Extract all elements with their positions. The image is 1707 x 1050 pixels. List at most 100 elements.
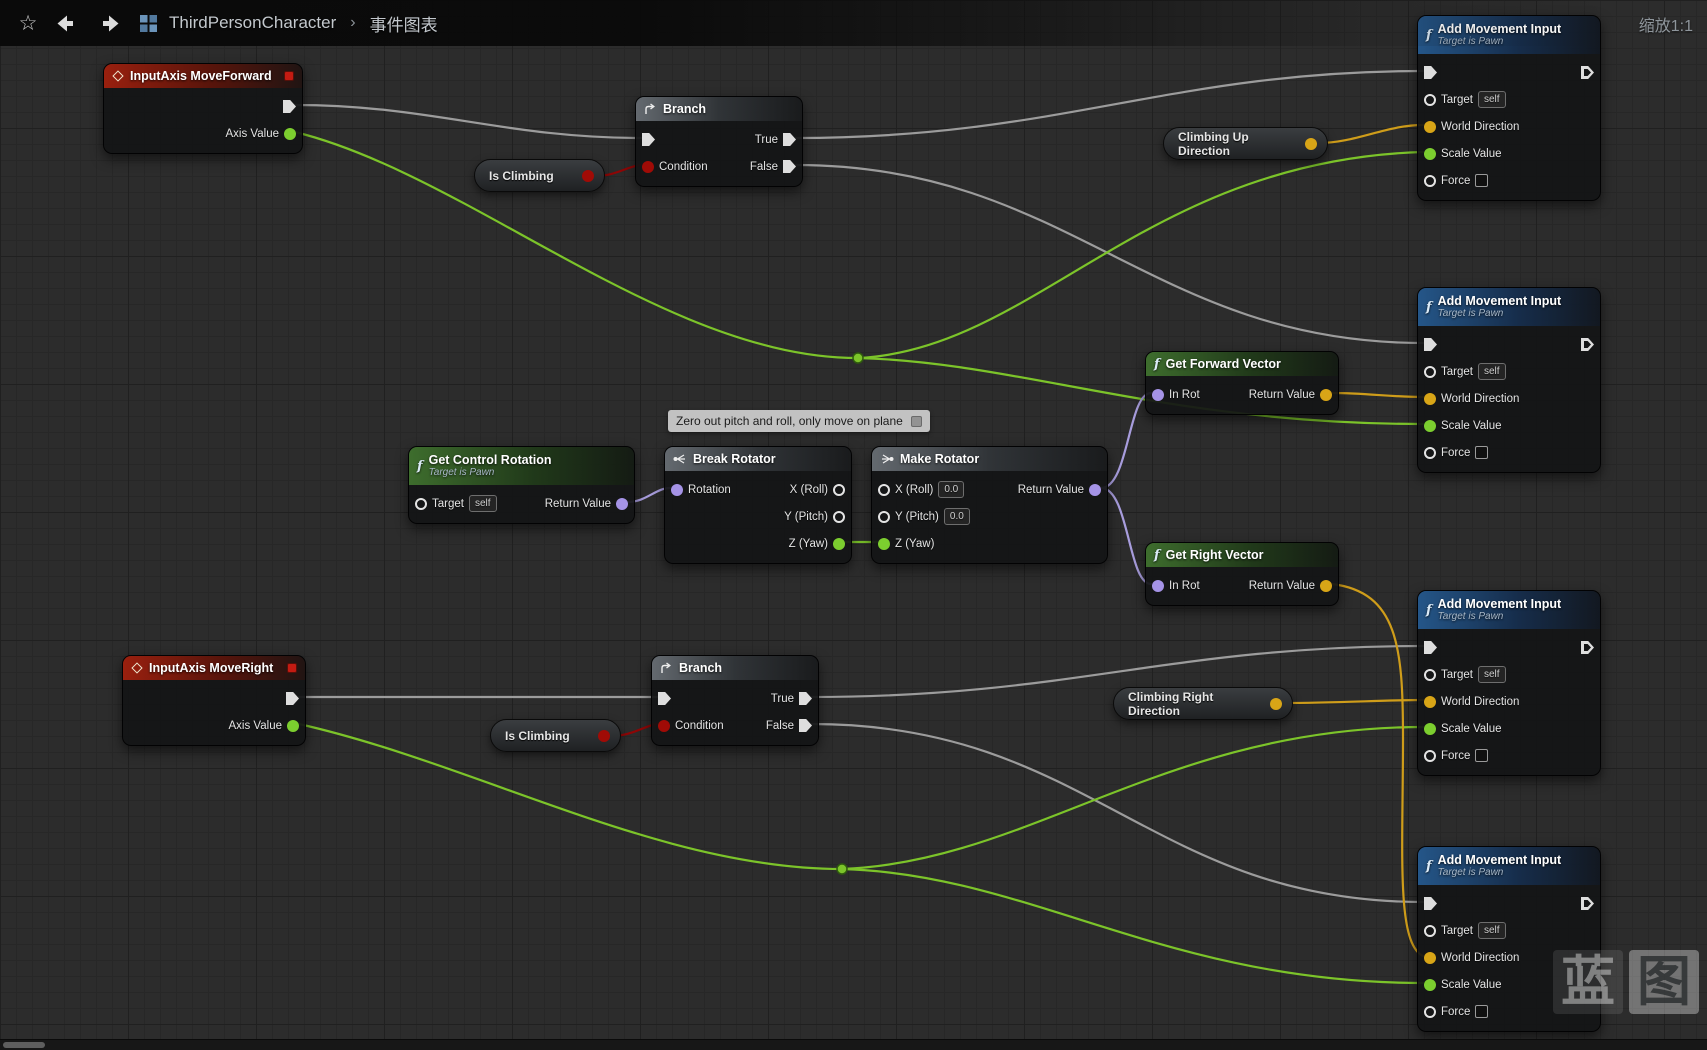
target-pin[interactable] <box>415 497 427 510</box>
node-is-climbing-1[interactable]: Is Climbing <box>474 159 605 192</box>
node-branch-2[interactable]: Branch True Condition False <box>651 655 819 746</box>
x-roll-pin[interactable] <box>833 483 845 496</box>
condition-pin[interactable] <box>658 719 670 732</box>
axis-value-pin[interactable] <box>287 719 299 732</box>
rotation-pin[interactable] <box>671 483 683 496</box>
node-branch-1[interactable]: Branch True Condition False <box>635 96 803 187</box>
y-pitch-pin[interactable] <box>833 510 845 523</box>
vector-output-pin[interactable] <box>1270 697 1282 710</box>
exec-out-pin[interactable] <box>283 100 296 113</box>
true-exec-pin[interactable] <box>783 133 796 146</box>
world-direction-pin[interactable] <box>1424 695 1436 708</box>
exec-in-pin[interactable] <box>658 692 671 705</box>
scale-value-pin[interactable] <box>1424 147 1436 160</box>
y-pitch-pin[interactable] <box>878 510 890 523</box>
force-checkbox[interactable] <box>1475 174 1489 187</box>
exec-in-pin[interactable] <box>1424 338 1437 351</box>
y-pitch-value[interactable]: 0.0 <box>943 508 970 525</box>
z-yaw-pin[interactable] <box>878 537 890 550</box>
forward-button[interactable] <box>94 8 122 38</box>
node-inputaxis-moveforward[interactable]: InputAxis MoveForward Axis Value <box>103 63 303 154</box>
world-direction-pin[interactable] <box>1424 951 1436 964</box>
node-climbing-up-direction[interactable]: Climbing Up Direction <box>1163 127 1328 160</box>
false-exec-pin[interactable] <box>783 160 796 173</box>
world-direction-pin[interactable] <box>1424 120 1436 133</box>
bool-output-pin[interactable] <box>598 729 610 742</box>
node-get-forward-vector[interactable]: f Get Forward Vector In Rot Return Value <box>1145 351 1339 415</box>
vector-output-pin[interactable] <box>1305 137 1317 150</box>
x-roll-value[interactable]: 0.0 <box>938 481 965 498</box>
exec-out-pin[interactable] <box>1581 641 1594 654</box>
bool-output-pin[interactable] <box>582 169 594 182</box>
condition-pin[interactable] <box>642 160 654 173</box>
force-pin[interactable] <box>1424 446 1436 459</box>
in-rot-pin[interactable] <box>1152 388 1164 401</box>
exec-out-pin[interactable] <box>1581 897 1594 910</box>
target-pin[interactable] <box>1424 365 1436 378</box>
delegate-pin-icon[interactable] <box>284 71 294 81</box>
breadcrumb-root[interactable]: ThirdPersonCharacter <box>169 13 336 33</box>
force-pin[interactable] <box>1424 749 1436 762</box>
exec-out-pin[interactable] <box>286 692 299 705</box>
pin-label: Target <box>432 497 464 510</box>
exec-out-pin[interactable] <box>1581 338 1594 351</box>
target-value[interactable]: self <box>468 495 497 512</box>
horizontal-scrollbar[interactable] <box>0 1039 1707 1050</box>
target-value[interactable]: self <box>1477 922 1506 939</box>
world-direction-pin[interactable] <box>1424 392 1436 405</box>
node-inputaxis-moveright[interactable]: InputAxis MoveRight Axis Value <box>122 655 306 746</box>
zoom-level-label: 缩放1:1 <box>1638 18 1693 35</box>
force-pin[interactable] <box>1424 174 1436 187</box>
in-rot-pin[interactable] <box>1152 579 1164 592</box>
node-climbing-right-direction[interactable]: Climbing Right Direction <box>1113 687 1293 720</box>
target-value[interactable]: self <box>1477 91 1506 108</box>
return-value-pin[interactable] <box>616 497 628 510</box>
comment-bubble[interactable]: Zero out pitch and roll, only move on pl… <box>668 410 930 432</box>
force-pin[interactable] <box>1424 1005 1436 1018</box>
exec-in-pin[interactable] <box>1424 66 1437 79</box>
scale-value-pin[interactable] <box>1424 978 1436 991</box>
return-value-pin[interactable] <box>1320 579 1332 592</box>
pin-label: World Direction <box>1441 392 1520 405</box>
axis-value-pin[interactable] <box>284 127 296 140</box>
true-exec-pin[interactable] <box>799 692 812 705</box>
target-pin[interactable] <box>1424 668 1436 681</box>
node-header: Branch <box>652 656 818 680</box>
force-checkbox[interactable] <box>1475 1005 1489 1018</box>
node-get-right-vector[interactable]: f Get Right Vector In Rot Return Value <box>1145 542 1339 606</box>
node-get-control-rotation[interactable]: f Get Control Rotation Target is Pawn Ta… <box>408 446 635 524</box>
pin-label: X (Roll) <box>895 483 934 496</box>
node-break-rotator[interactable]: Break Rotator Rotation X (Roll) Y (Pitch… <box>664 446 852 564</box>
breadcrumb-page[interactable]: 事件图表 <box>370 11 438 36</box>
target-pin[interactable] <box>1424 93 1436 106</box>
scrollbar-thumb[interactable] <box>3 1042 45 1048</box>
node-make-rotator[interactable]: Make Rotator X (Roll) 0.0 Return Value Y … <box>871 446 1108 564</box>
return-value-pin[interactable] <box>1320 388 1332 401</box>
false-exec-pin[interactable] <box>799 719 812 732</box>
node-is-climbing-2[interactable]: Is Climbing <box>490 719 621 752</box>
scale-value-pin[interactable] <box>1424 419 1436 432</box>
exec-out-pin[interactable] <box>1581 66 1594 79</box>
node-add-movement-input-2[interactable]: f Add Movement Input Target is Pawn Targ… <box>1417 287 1601 473</box>
pin-label: Force <box>1441 749 1471 762</box>
target-value[interactable]: self <box>1477 363 1506 380</box>
z-yaw-pin[interactable] <box>833 537 845 550</box>
exec-in-pin[interactable] <box>1424 897 1437 910</box>
force-checkbox[interactable] <box>1475 446 1489 459</box>
event-diamond-icon <box>112 70 124 82</box>
target-pin[interactable] <box>1424 924 1436 937</box>
force-checkbox[interactable] <box>1475 749 1489 762</box>
back-button[interactable] <box>54 8 82 38</box>
delegate-pin-icon[interactable] <box>287 663 297 673</box>
scale-value-pin[interactable] <box>1424 722 1436 735</box>
return-value-pin[interactable] <box>1089 483 1101 496</box>
favorite-star-icon[interactable]: ☆ <box>14 8 42 38</box>
node-add-movement-input-4[interactable]: f Add Movement Input Target is Pawn Targ… <box>1417 846 1601 1032</box>
node-title: Add Movement Input <box>1437 853 1562 868</box>
exec-in-pin[interactable] <box>642 133 655 146</box>
comment-pin-icon[interactable] <box>910 415 922 427</box>
x-roll-pin[interactable] <box>878 483 890 496</box>
node-add-movement-input-3[interactable]: f Add Movement Input Target is Pawn Targ… <box>1417 590 1601 776</box>
target-value[interactable]: self <box>1477 666 1506 683</box>
exec-in-pin[interactable] <box>1424 641 1437 654</box>
